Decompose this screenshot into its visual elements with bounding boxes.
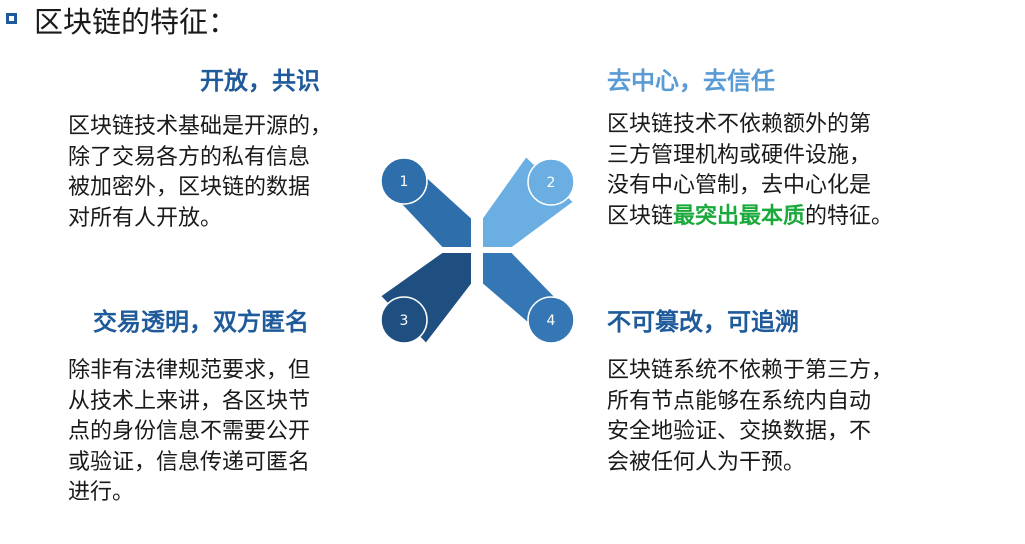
feature-4-line: 区块链系统不依赖于第三方，	[607, 358, 894, 383]
feature-2-highlight: 最突出最本质	[673, 203, 806, 229]
feature-3-line: 除非有法律规范要求，但	[68, 358, 311, 383]
feature-2-line: 区块链技术不依赖额外的第	[607, 112, 872, 137]
feature-2-line: 没有中心管制，去中心化是	[607, 173, 872, 198]
feature-3-line: 或验证，信息传递可匿名	[68, 449, 311, 475]
petal-3: 3	[378, 251, 473, 346]
feature-3-line: 进行。	[68, 480, 135, 505]
feature-cycle-diagram: 1 2 3 4	[378, 154, 576, 346]
petal-2: 2	[481, 154, 576, 249]
feature-2-line: 三方管理机构或硬件设施，	[607, 142, 872, 168]
feature-3-text: 除非有法律规范要求，但 从技术上来讲，各区块节 点的身份信息不需要公开 或验证，…	[68, 356, 310, 509]
petal-1-number: 1	[400, 174, 409, 190]
feature-3-heading: 交易透明，双方匿名	[93, 308, 309, 336]
feature-4-line: 所有节点能够在系统内自动	[607, 388, 872, 414]
feature-3-line: 从技术上来讲，各区块节	[68, 388, 311, 414]
petal-4: 4	[481, 251, 576, 346]
bullet-square-icon	[6, 13, 17, 24]
feature-4-line: 会被任何人为干预。	[607, 449, 806, 475]
feature-1-line: 被加密外，区块链的数据	[68, 175, 311, 200]
feature-4-heading: 不可篡改，可追溯	[607, 308, 799, 336]
feature-1-text: 区块链技术基础是开源的， 除了交易各方的私有信息 被加密外，区块链的数据 对所有…	[68, 112, 332, 234]
feature-1-line: 对所有人开放。	[68, 205, 223, 231]
feature-2-last-suffix: 的特征。	[805, 203, 894, 229]
petal-4-number: 4	[547, 313, 556, 329]
feature-2-last-line: 区块链最突出最本质的特征。	[607, 202, 893, 233]
petal-2-number: 2	[547, 175, 556, 191]
page-title: 区块链的特征：	[34, 5, 238, 39]
feature-1-line: 除了交易各方的私有信息	[68, 144, 311, 170]
petal-1: 1	[378, 154, 473, 249]
feature-1-line: 区块链技术基础是开源的，	[68, 114, 333, 139]
feature-1-heading: 开放，共识	[200, 67, 320, 95]
feature-2-heading: 去中心，去信任	[607, 67, 775, 95]
feature-2-last-prefix: 区块链	[607, 203, 674, 229]
feature-3-line: 点的身份信息不需要公开	[68, 419, 311, 444]
feature-4-line: 安全地验证、交换数据，不	[607, 419, 872, 444]
feature-4-text: 区块链系统不依赖于第三方， 所有节点能够在系统内自动 安全地验证、交换数据，不 …	[607, 356, 893, 478]
petal-3-number: 3	[400, 313, 409, 329]
feature-2-text: 区块链技术不依赖额外的第 三方管理机构或硬件设施， 没有中心管制，去中心化是 区…	[607, 110, 893, 232]
